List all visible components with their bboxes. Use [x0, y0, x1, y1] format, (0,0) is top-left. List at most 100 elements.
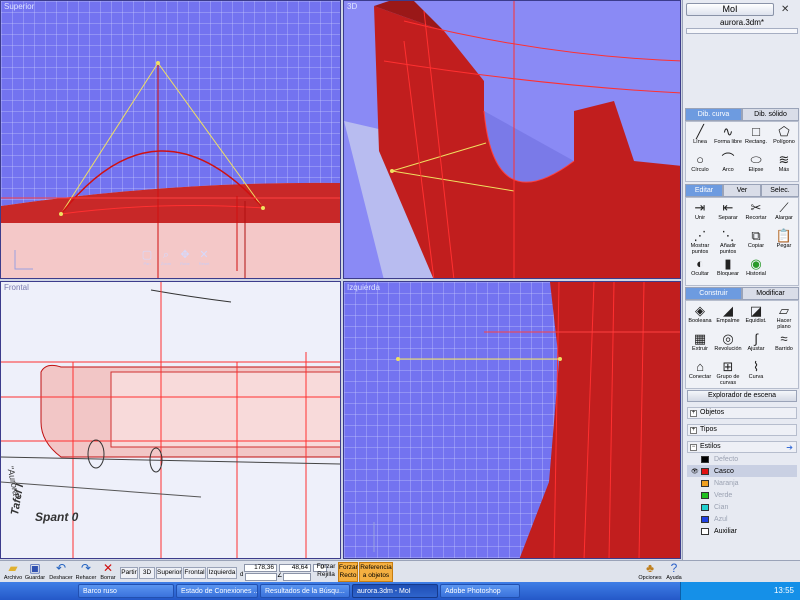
reset-icon: ✕ — [199, 249, 209, 261]
orbit-tool[interactable]: ✥ Rotar — [177, 249, 193, 266]
reset-tool[interactable]: ✕ Reset — [196, 249, 212, 266]
top-view-geometry — [1, 61, 340, 278]
view-front-button[interactable]: Frontal — [183, 567, 206, 579]
tool-trim[interactable]: ✂ Recortar — [742, 200, 770, 227]
viewport-left[interactable]: Izquierda — [343, 281, 681, 559]
style-row[interactable]: Auxiliar — [687, 525, 797, 537]
angle-field[interactable] — [283, 573, 311, 581]
tool-show-points[interactable]: ⋰ Mostrar puntos — [686, 228, 714, 255]
moi-logo-button[interactable]: MoI — [686, 3, 774, 16]
taskbar-item[interactable]: Adobe Photoshop — [440, 584, 520, 598]
tool-network[interactable]: ⊞ Grupo de curvas — [714, 359, 742, 386]
tool-boolean[interactable]: ◈ Booleana — [686, 303, 714, 330]
tool-ellipse[interactable]: ⬭ Elipse — [742, 152, 770, 179]
save-button[interactable]: ▣ Guardar — [24, 562, 46, 582]
taskbar-item[interactable]: Estado de Conexiones ... — [176, 584, 258, 598]
tool-rectangle[interactable]: □ Rectang. — [742, 124, 770, 151]
viewport-3d[interactable]: 3D — [343, 0, 681, 279]
tool-make-planar[interactable]: ▱ Hacer plano — [770, 303, 798, 330]
tab-draw-solid[interactable]: Dib. sólido — [742, 108, 799, 121]
tool-curve[interactable]: ⌇ Curva — [742, 359, 770, 386]
object-snap-toggle[interactable]: Referencia a objetos — [359, 562, 393, 582]
style-row[interactable]: Azul — [687, 513, 797, 525]
tool-copy[interactable]: ⧉ Copiar — [742, 228, 770, 255]
tool-freeform[interactable]: ∿ Forma libre — [714, 124, 742, 151]
tool-paste[interactable]: 📋 Pegar — [770, 228, 798, 255]
tab-view[interactable]: Ver — [723, 184, 761, 197]
viewport-top[interactable]: Superior ▢ Pan ⌕ Zoom ✥ Rotar ✕ Reset — [0, 0, 341, 279]
tool-extrude[interactable]: ▦ Extruir — [686, 331, 714, 358]
tab-draw-curve[interactable]: Dib. curva — [685, 108, 742, 121]
build-tools: ◈ Booleana ◢ Empalme ◪ Equidist. ▱ Hacer pla… — [685, 300, 799, 389]
delete-icon: ✕ — [102, 561, 114, 575]
coord-y-field[interactable]: 48,64 — [279, 564, 311, 572]
view-left-button[interactable]: Izquierda — [207, 567, 237, 579]
view-top-button[interactable]: Superior — [156, 567, 182, 579]
options-button[interactable]: ♣ Opciones — [636, 562, 664, 582]
grid-snap-toggle[interactable]: Forzar Rejilla — [315, 562, 337, 582]
section-styles[interactable]: − Estilos ➔ — [687, 441, 797, 453]
file-button[interactable]: ▰ Archivo — [2, 562, 24, 582]
style-row[interactable]: Verde — [687, 489, 797, 501]
close-icon[interactable]: ✕ — [781, 4, 789, 15]
section-types[interactable]: + Tipos — [687, 424, 797, 436]
eye-icon[interactable]: 👁 — [691, 468, 699, 475]
extend-icon: ⟋ — [779, 200, 789, 215]
tool-fillet[interactable]: ◢ Empalme — [714, 303, 742, 330]
tab-modify[interactable]: Modificar — [742, 287, 799, 300]
tool-join[interactable]: ⇥ Unir — [686, 200, 714, 227]
tab-edit[interactable]: Editar — [685, 184, 723, 197]
tool-sweep2[interactable]: ≈ Barrido — [770, 331, 798, 358]
tool-history[interactable]: ◉ Historial — [742, 256, 770, 283]
style-row[interactable]: Defecto — [687, 453, 797, 465]
undo-button[interactable]: ↶ Deshacer — [48, 562, 74, 582]
coord-x-field[interactable]: 178,36 — [244, 564, 277, 572]
tab-select[interactable]: Selec. — [761, 184, 799, 197]
trim-icon: ✂ — [750, 200, 762, 215]
taskbar-item[interactable]: aurora.3dm - MoI — [352, 584, 438, 598]
tool-more[interactable]: ≋ Más — [770, 152, 798, 179]
add-points-icon: ⋱ — [721, 228, 735, 243]
tool-line[interactable]: ╱ Línea — [686, 124, 714, 151]
zoom-tool[interactable]: ⌕ Zoom — [158, 249, 174, 266]
edit-tabs: Editar Ver Selec. — [685, 184, 799, 197]
viewport-front[interactable]: Frontal "Aurora" Spant 0 Tafel I — [0, 281, 341, 559]
scene-browser-title[interactable]: Explorador de escena — [687, 390, 797, 402]
tool-circle[interactable]: ○ Círculo — [686, 152, 714, 179]
style-row[interactable]: Naranja — [687, 477, 797, 489]
style-row[interactable]: 👁 Casco — [687, 465, 797, 477]
arrow-right-icon[interactable]: ➔ — [786, 443, 793, 453]
zoom-icon: ⌕ — [162, 249, 170, 261]
style-row[interactable]: Cian — [687, 501, 797, 513]
tool-offset[interactable]: ◪ Equidist. — [742, 303, 770, 330]
orbit-icon: ✥ — [180, 249, 190, 261]
taskbar-item[interactable]: Resultados de la Búsqu... — [260, 584, 350, 598]
straight-snap-toggle[interactable]: Forzar Recto — [338, 562, 358, 582]
view-3d-button[interactable]: 3D — [139, 567, 155, 579]
tool-add-points[interactable]: ⋱ Añadir puntos — [714, 228, 742, 255]
collapse-icon: − — [690, 444, 697, 451]
tool-loft[interactable]: ⌂ Conectar — [686, 359, 714, 386]
left-view-geometry — [373, 282, 680, 558]
redo-button[interactable]: ↷ Rehacer — [74, 562, 98, 582]
tool-hide[interactable]: ◐ Ocultar — [686, 256, 714, 283]
tab-construct[interactable]: Construir — [685, 287, 742, 300]
tool-sweep[interactable]: ∫ Ajustar — [742, 331, 770, 358]
tool-revolve[interactable]: ◎ Revolución — [714, 331, 742, 358]
tool-extend[interactable]: ⟋ Alargar — [770, 200, 798, 227]
tool-separate[interactable]: ⇤ Separar — [714, 200, 742, 227]
separate-icon: ⇤ — [722, 200, 734, 215]
extrude-icon: ▦ — [693, 331, 707, 346]
style-name: Azul — [714, 515, 728, 523]
pan-tool[interactable]: ▢ Pan — [139, 249, 155, 266]
section-objects[interactable]: + Objetos — [687, 407, 797, 419]
file-title: aurora.3dm* — [719, 18, 765, 27]
help-button[interactable]: ? Ayuda — [664, 562, 684, 582]
delete-button[interactable]: ✕ Borrar — [98, 561, 118, 582]
tool-lock[interactable]: ▮ Bloquear — [714, 256, 742, 283]
tool-arc[interactable]: ⌒ Arco — [714, 152, 742, 179]
tool-polygon[interactable]: ⬠ Polígono — [770, 124, 798, 151]
view-split-button[interactable]: Partir — [120, 567, 138, 579]
distance-field[interactable] — [245, 573, 277, 581]
taskbar-item[interactable]: Barco ruso — [78, 584, 174, 598]
